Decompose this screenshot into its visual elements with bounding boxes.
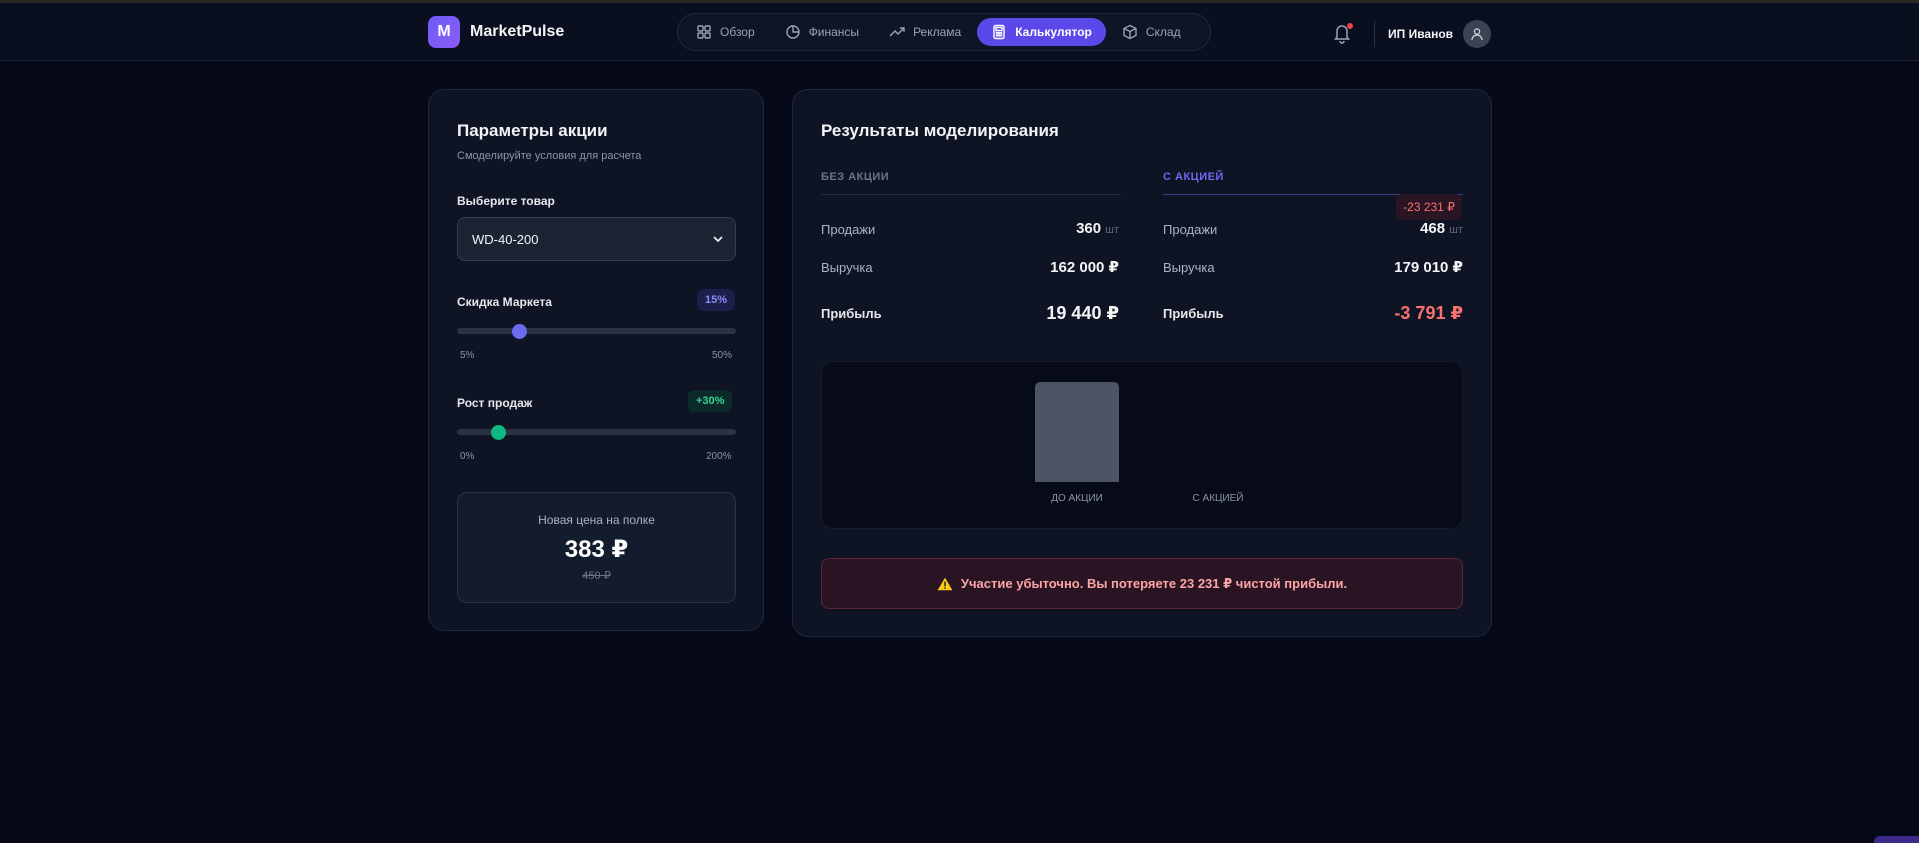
with-profit-value: -3 791 ₽	[1394, 303, 1463, 323]
simulation-results-card: Результаты моделирования БЕЗ АКЦИИ Прода…	[792, 89, 1492, 637]
user-menu[interactable]: ИП Иванов	[1388, 20, 1492, 48]
without-sales-label: Продажи	[821, 222, 876, 237]
nav-label: Реклама	[913, 25, 962, 39]
app-header: M MarketPulse Обзор Финансы Реклама Каль…	[0, 3, 1919, 61]
old-price-value: 450 ₽	[582, 570, 611, 582]
chart-bar-0	[1035, 382, 1119, 482]
chart-category-label: ДО АКЦИИ	[1051, 493, 1103, 504]
without-sales-value: 360 шт	[1076, 220, 1119, 237]
growth-min: 0%	[460, 451, 475, 462]
product-label: Выберите товар	[457, 194, 555, 208]
discount-slider-track[interactable]	[457, 328, 736, 334]
chevron-down-icon	[713, 236, 723, 242]
without-revenue-value: 162 000 ₽	[1050, 259, 1119, 276]
pie-chart-icon	[785, 25, 800, 39]
with-promo-header: С АКЦИЕЙ	[1163, 171, 1224, 183]
nav-label: Обзор	[720, 25, 755, 39]
profit-chart: ДО АКЦИИ С АКЦИЕЙ	[821, 361, 1463, 529]
new-price-value: 383 ₽	[564, 536, 629, 563]
product-select-value: WD-40-200	[472, 231, 539, 247]
profit-chart-svg: ДО АКЦИИ С АКЦИЕЙ	[1035, 382, 1244, 504]
avatar[interactable]	[1463, 20, 1492, 48]
notification-dot	[1347, 23, 1353, 29]
app-name: MarketPulse	[470, 23, 565, 40]
main-nav: Обзор Финансы Реклама Калькулятор Склад	[677, 13, 1211, 51]
new-price-label: Новая цена на полке	[538, 513, 655, 527]
growth-label: Рост продаж	[457, 396, 533, 410]
nav-item-ads[interactable]: Реклама	[875, 18, 975, 46]
results-title: Результаты моделирования	[821, 121, 1059, 140]
without-promo-header: БЕЗ АКЦИИ	[821, 171, 890, 183]
growth-max: 200%	[706, 451, 732, 462]
nav-item-overview[interactable]: Обзор	[682, 18, 769, 46]
discount-max: 50%	[712, 350, 733, 361]
promo-params-card: Параметры акции Смоделируйте условия для…	[428, 89, 764, 631]
nav-label: Калькулятор	[1015, 25, 1092, 39]
loss-alert-text: Участие убыточно. Вы потеряете 23 231 ₽ …	[960, 575, 1348, 591]
box-icon	[1123, 24, 1137, 40]
calculator-icon	[993, 24, 1005, 40]
with-sales-label: Продажи	[1163, 222, 1218, 237]
discount-slider-thumb[interactable]	[511, 324, 527, 339]
growth-badge: +30%	[688, 390, 733, 412]
grid-icon	[697, 25, 711, 39]
warning-icon	[937, 577, 953, 590]
with-revenue-label: Выручка	[1163, 260, 1215, 275]
nav-item-finance[interactable]: Финансы	[771, 18, 873, 46]
discount-badge: 15%	[697, 289, 736, 311]
params-title: Параметры акции	[457, 121, 608, 140]
nav-item-calculator[interactable]: Калькулятор	[977, 18, 1106, 46]
nav-label: Склад	[1145, 25, 1181, 39]
discount-min: 5%	[460, 350, 475, 361]
without-revenue-label: Выручка	[821, 260, 873, 275]
loss-alert: Участие убыточно. Вы потеряете 23 231 ₽ …	[821, 558, 1463, 609]
trend-up-icon	[889, 27, 905, 37]
user-icon	[1471, 28, 1483, 41]
with-revenue-value: 179 010 ₽	[1394, 259, 1463, 276]
header-divider	[1374, 21, 1375, 47]
user-name: ИП Иванов	[1388, 27, 1454, 41]
nav-label: Финансы	[808, 25, 860, 39]
logo-mark: M	[428, 16, 460, 48]
new-price-box: Новая цена на полке 383 ₽ 450 ₽	[457, 492, 736, 603]
product-select[interactable]: WD-40-200	[457, 217, 736, 261]
without-promo-divider	[821, 194, 1121, 195]
without-profit-value: 19 440 ₽	[1046, 303, 1119, 323]
discount-label: Скидка Маркета	[457, 295, 552, 309]
nav-item-warehouse[interactable]: Склад	[1108, 18, 1195, 46]
with-sales-value: 468 шт	[1420, 220, 1463, 237]
growth-slider-thumb[interactable]	[491, 425, 507, 440]
with-profit-label: Прибыль	[1163, 306, 1224, 321]
app-logo[interactable]: M MarketPulse	[428, 16, 564, 48]
profit-delta-badge: -23 231 ₽	[1396, 194, 1462, 220]
params-subtitle: Смоделируйте условия для расчета	[457, 150, 642, 162]
without-profit-label: Прибыль	[821, 306, 882, 321]
corner-widget	[1874, 836, 1919, 843]
chart-category-label: С АКЦИЕЙ	[1193, 491, 1244, 504]
